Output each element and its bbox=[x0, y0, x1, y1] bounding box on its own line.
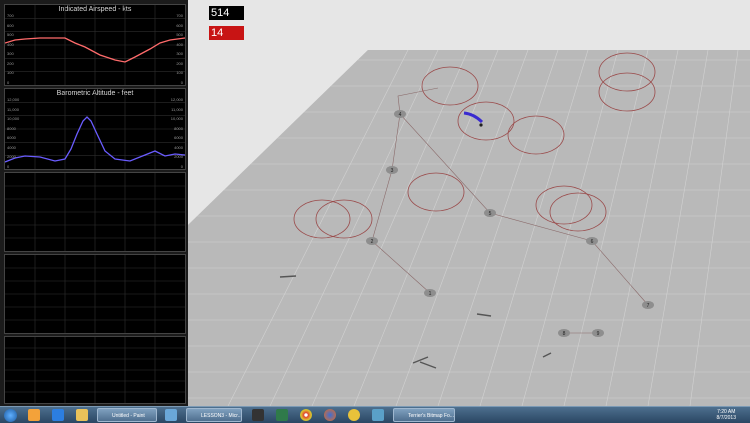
y-tick-label: 500 bbox=[7, 32, 14, 37]
app-icon[interactable] bbox=[276, 409, 288, 421]
system-clock: 7:20 AM 8/7/2013 bbox=[717, 409, 736, 421]
app-icon[interactable] bbox=[348, 409, 360, 421]
waypoint-label: 8 bbox=[563, 331, 566, 337]
y-tick-label: 6000 bbox=[174, 135, 183, 140]
waypoint-marker[interactable]: 3 bbox=[386, 166, 398, 174]
altitude-plot bbox=[5, 89, 185, 169]
y-tick-label: 2000 bbox=[7, 154, 16, 159]
y-tick-label: 300 bbox=[7, 51, 14, 56]
y-tick-label: 2000 bbox=[174, 154, 183, 159]
y-tick-label: 12,000 bbox=[7, 97, 20, 102]
empty-chart-grid bbox=[5, 337, 185, 403]
y-tick-label: 4000 bbox=[7, 144, 16, 150]
waypoint-marker[interactable]: 8 bbox=[558, 329, 570, 337]
airspeed-plot bbox=[5, 5, 185, 85]
y-tick-label: 0 bbox=[7, 163, 10, 169]
firefox-icon[interactable] bbox=[324, 409, 336, 421]
taskbar-task-paint[interactable]: Untitled - Paint bbox=[97, 408, 157, 422]
media-player-icon[interactable] bbox=[28, 409, 40, 421]
windows-start-icon[interactable] bbox=[4, 409, 17, 422]
y-tick-label: 400 bbox=[176, 41, 183, 47]
3d-scene-viewport[interactable]: 1 2 3 4 5 6 7 8 9 514 14 bbox=[188, 0, 750, 406]
waypoint-label: 2 bbox=[371, 239, 374, 245]
waypoint-label: 9 bbox=[597, 331, 600, 337]
y-tick-label: 0 bbox=[180, 79, 183, 85]
folder-icon[interactable] bbox=[76, 409, 88, 421]
y-tick-label: 8000 bbox=[7, 125, 16, 131]
y-tick-label: 100 bbox=[176, 70, 183, 75]
remote-desktop-icon[interactable] bbox=[165, 409, 177, 421]
internet-explorer-icon[interactable] bbox=[52, 409, 64, 421]
y-tick-label: 700 bbox=[7, 13, 14, 18]
y-tick-label: 10,000 bbox=[7, 116, 20, 121]
taskbar-task-lesson[interactable]: LESSON3 - Micr... bbox=[186, 408, 242, 422]
y-tick-label: 400 bbox=[7, 41, 14, 47]
y-tick-label: 0 bbox=[180, 163, 183, 169]
y-tick-label: 11,000 bbox=[171, 106, 183, 112]
y-tick-label: 700 bbox=[176, 13, 183, 18]
y-tick-label: 100 bbox=[7, 70, 14, 75]
app-icon[interactable] bbox=[252, 409, 264, 421]
empty-chart-grid bbox=[5, 255, 185, 333]
waypoint-marker[interactable]: 9 bbox=[592, 329, 604, 337]
waypoint-marker[interactable]: 5 bbox=[484, 209, 496, 217]
y-tick-label: 200 bbox=[176, 60, 183, 66]
waypoint-label: 1 bbox=[429, 291, 432, 297]
taskbar-task-terrier[interactable]: Terrier's Bitmap Fo... bbox=[393, 408, 455, 422]
y-tick-label: 11,000 bbox=[7, 106, 19, 112]
app-icon[interactable] bbox=[372, 409, 384, 421]
empty-chart-3 bbox=[4, 336, 186, 404]
waypoint-label: 4 bbox=[399, 112, 402, 118]
y-tick-label: 300 bbox=[176, 51, 183, 56]
y-tick-label: 4000 bbox=[174, 144, 183, 150]
waypoint-marker[interactable]: 4 bbox=[394, 110, 406, 118]
y-tick-label: 0 bbox=[7, 79, 10, 85]
taskbar: Untitled - Paint LESSON3 - Micr... Terri… bbox=[0, 406, 750, 423]
waypoint-label: 6 bbox=[591, 239, 594, 245]
aircraft-marker bbox=[479, 123, 483, 127]
empty-chart-1 bbox=[4, 172, 186, 252]
y-tick-label: 8000 bbox=[174, 125, 183, 131]
y-tick-label: 600 bbox=[7, 22, 14, 28]
waypoint-marker[interactable]: 1 bbox=[424, 289, 436, 297]
waypoint-marker[interactable]: 6 bbox=[586, 237, 598, 245]
y-tick-label: 500 bbox=[176, 32, 183, 37]
empty-chart-grid bbox=[5, 173, 185, 251]
y-tick-label: 12,000 bbox=[170, 97, 183, 102]
clock-date: 8/7/2013 bbox=[716, 415, 736, 421]
airspeed-chart: Indicated Airspeed - kts 700 700 600 600 500… bbox=[4, 4, 186, 86]
score-readout: 514 bbox=[209, 6, 244, 20]
y-tick-label: 10,000 bbox=[170, 116, 183, 121]
waypoint-marker[interactable]: 2 bbox=[366, 237, 378, 245]
telemetry-panel: Indicated Airspeed - kts 700 700 600 600 500… bbox=[0, 0, 188, 406]
scene-canvas[interactable]: 1 2 3 4 5 6 7 8 9 bbox=[188, 0, 750, 406]
waypoint-label: 5 bbox=[489, 211, 492, 217]
waypoint-label: 7 bbox=[647, 303, 650, 309]
counter-readout: 14 bbox=[209, 26, 244, 40]
waypoint-marker[interactable]: 7 bbox=[642, 301, 654, 309]
empty-chart-2 bbox=[4, 254, 186, 334]
y-tick-label: 6000 bbox=[7, 135, 16, 140]
altitude-chart: Barometric Altitude - feet 12,000 12,000 1… bbox=[4, 88, 186, 170]
waypoint-label: 3 bbox=[391, 168, 394, 174]
y-tick-label: 200 bbox=[7, 60, 14, 66]
y-tick-label: 600 bbox=[176, 22, 183, 28]
chrome-icon[interactable] bbox=[300, 409, 312, 421]
